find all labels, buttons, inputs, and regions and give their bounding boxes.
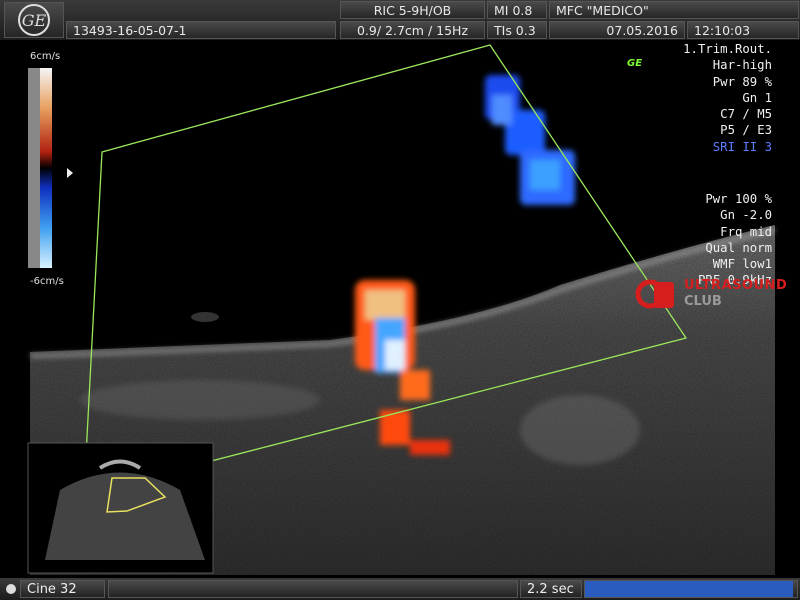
- param-preset: 1.Trim.Rout.: [683, 42, 772, 56]
- cine-scrub-bar[interactable]: [108, 580, 518, 598]
- depth-frequency: 0.9/ 2.7cm / 15Hz: [340, 21, 485, 39]
- doppler-quality: Qual norm: [705, 240, 772, 255]
- param-power: Pwr 89 %: [712, 74, 772, 89]
- doppler-frequency: Frq mid: [720, 224, 772, 239]
- doppler-gain: Gn -2.0: [720, 208, 772, 223]
- cine-frame[interactable]: Cine 32: [20, 580, 105, 598]
- param-harmonic: Har-high: [712, 58, 772, 73]
- watermark-logo-icon: [635, 279, 674, 309]
- svg-text:GE: GE: [22, 11, 47, 30]
- probe-label: RIC 5-9H/OB: [340, 1, 485, 19]
- cine-icon: [6, 584, 16, 594]
- imaging-parameters: 1.Trim.Rout. Har-high Pwr 89 % Gn 1 C7 /…: [683, 41, 772, 155]
- param-gain: Gn 1: [742, 90, 772, 105]
- patient-id: 13493-16-05-07-1: [66, 21, 336, 39]
- param-c-m: C7 / M5: [720, 107, 772, 122]
- ultrasound-club-watermark: ULTRASOUND CLUB: [632, 276, 787, 320]
- watermark-line2: CLUB: [684, 294, 722, 309]
- cine-progress-fill: [585, 581, 793, 597]
- velocity-min-label: -6cm/s: [30, 276, 64, 287]
- tis-value: TIs 0.3: [487, 21, 547, 39]
- velocity-max-label: 6cm/s: [30, 51, 61, 62]
- exam-date: 07.05.2016: [549, 21, 685, 39]
- watermark-line1: ULTRASOUND: [684, 278, 788, 293]
- mi-value: MI 0.8: [487, 1, 547, 19]
- ge-logo: GE: [4, 2, 64, 38]
- param-sri: SRI II 3: [712, 139, 772, 154]
- param-p-e: P5 / E3: [720, 123, 772, 138]
- doppler-wmf: WMF low1: [712, 257, 772, 272]
- institution-name: MFC "MEDICO": [549, 1, 799, 19]
- cine-duration: 2.2 sec: [520, 580, 582, 598]
- doppler-power: Pwr 100 %: [705, 192, 772, 206]
- doppler-parameters: Pwr 100 % Gn -2.0 Frq mid Qual norm WMF …: [698, 191, 772, 289]
- exam-time: 12:10:03: [687, 21, 799, 39]
- cine-progress-bar[interactable]: [584, 580, 798, 598]
- ge-badge: GE: [627, 58, 643, 69]
